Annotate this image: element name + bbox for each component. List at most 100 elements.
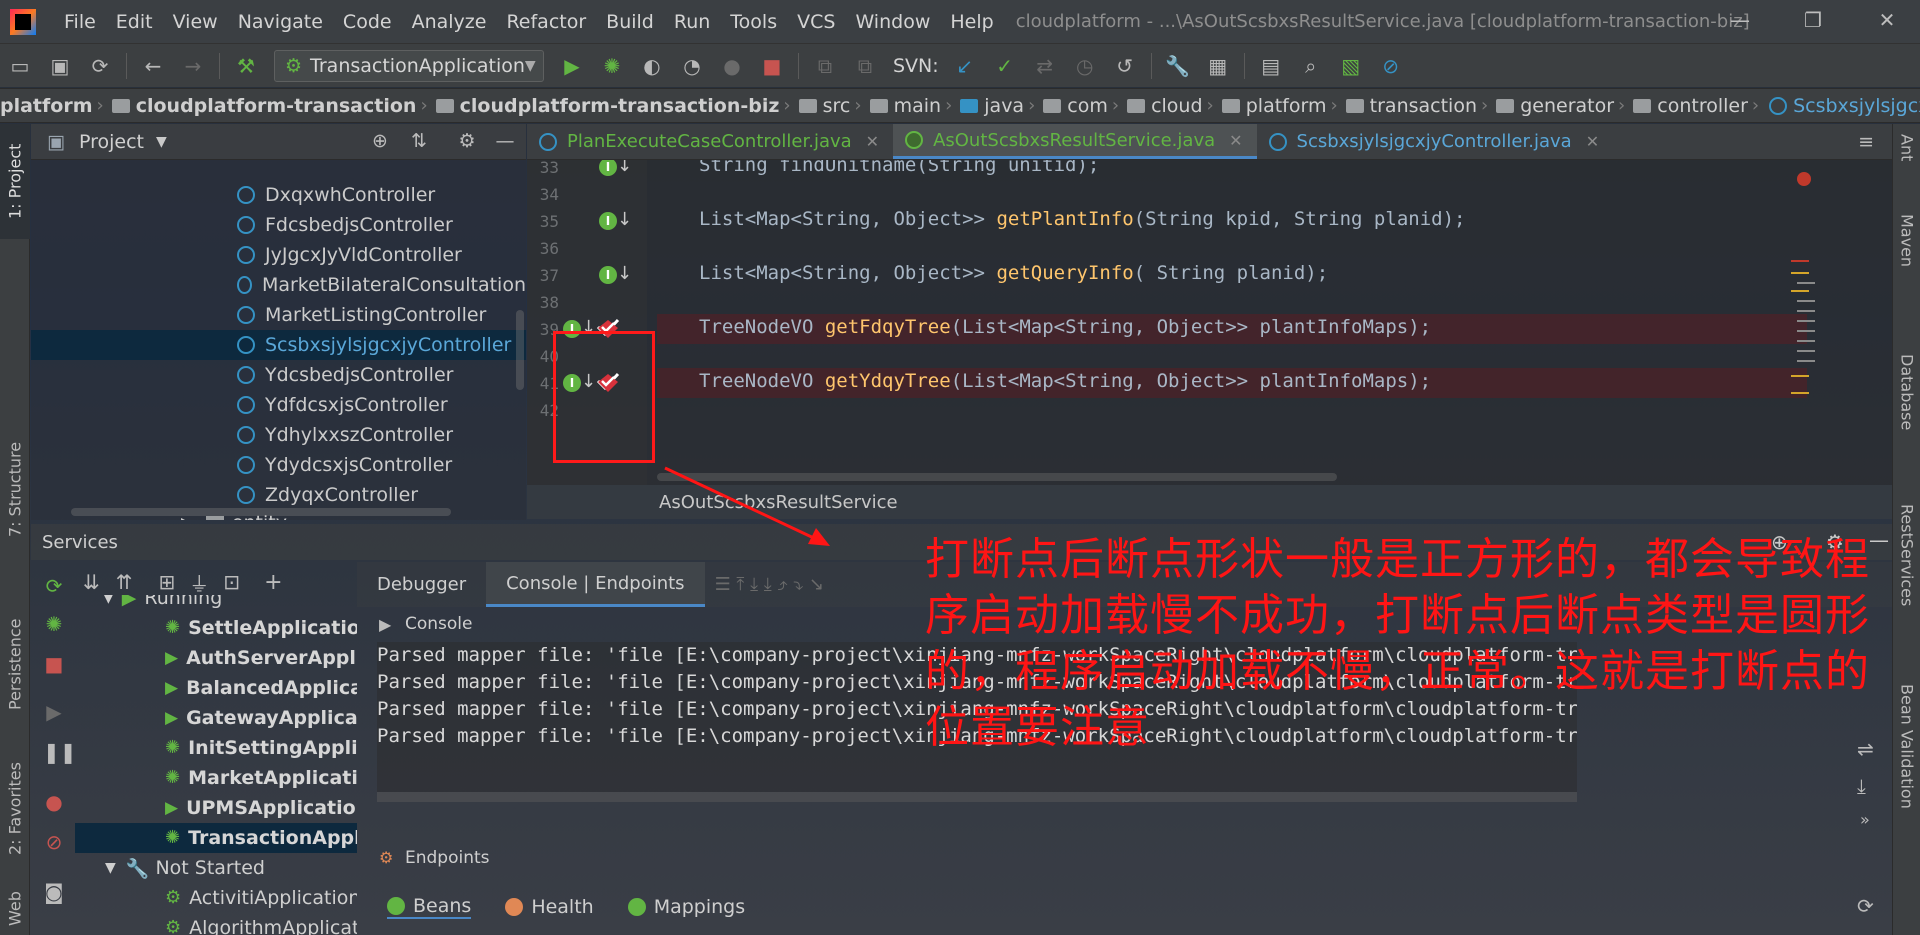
history-icon[interactable]: ◷ — [1072, 53, 1098, 79]
tab-health[interactable]: Health — [505, 896, 594, 918]
breadcrumb-item[interactable]: generator › — [1492, 95, 1629, 117]
console-horizontal-scrollbar[interactable] — [377, 792, 1577, 802]
menu-item[interactable]: Help — [940, 11, 1003, 33]
error-stripe-mark[interactable] — [1791, 272, 1809, 274]
project-vertical-scrollbar[interactable] — [516, 310, 524, 390]
error-stripe-mark[interactable] — [1797, 282, 1815, 284]
tree-item[interactable]: YdhylxxszController — [31, 420, 526, 450]
rerun-icon[interactable]: ⟳ — [43, 574, 65, 598]
back-icon[interactable]: ← — [140, 53, 166, 79]
error-stripe-mark[interactable] — [1797, 300, 1815, 302]
expand-all-icon[interactable]: ⇊ — [83, 570, 100, 594]
svn-commit-icon[interactable]: ✓ — [992, 53, 1018, 79]
tab-project[interactable]: 1: Project — [0, 124, 30, 239]
tab-persistence[interactable]: Persistence — [0, 594, 30, 734]
tree-item[interactable]: YdfdcsxjsController — [31, 390, 526, 420]
tree-item[interactable]: DxqxwhController — [31, 180, 526, 210]
error-stripe-mark[interactable] — [1797, 350, 1815, 352]
implemented-icon[interactable]: I — [599, 160, 617, 176]
services-group-running[interactable]: ▼ ▶ Running — [75, 595, 357, 613]
service-item[interactable]: ✺ InitSettingApplicat — [75, 733, 357, 763]
svn-update-icon[interactable]: ↙ — [952, 53, 978, 79]
locate-icon[interactable]: ⊕ — [368, 130, 392, 154]
tab-favorites[interactable]: 2: Favorites — [0, 744, 30, 874]
breadcrumb-item[interactable]: ScsbxsjylsjgcxjyController — [1763, 95, 1920, 117]
service-item[interactable]: ⚙ ActivitiApplication — [75, 883, 357, 913]
tab-bean-validation[interactable]: Bean Validation — [1893, 684, 1920, 884]
tab-maven[interactable]: Maven — [1893, 214, 1920, 324]
error-stripe-mark[interactable] — [1791, 375, 1809, 377]
editor-tab[interactable]: PlanExecuteCaseController.java ✕ — [527, 124, 893, 159]
breadcrumb-item[interactable]: platform › — [0, 95, 108, 117]
view-breakpoints-icon[interactable]: ● — [43, 790, 65, 814]
error-stripe-mark[interactable] — [1797, 360, 1815, 362]
debug-icon[interactable]: ✺ — [43, 612, 65, 636]
resume-icon[interactable]: ▶ — [43, 700, 65, 724]
close-tab-icon[interactable]: ✕ — [1586, 132, 1599, 151]
no-entry-icon[interactable]: ⊘ — [1378, 53, 1404, 79]
editor-tab[interactable]: ScsbxsjylsjgcxjyController.java ✕ — [1257, 124, 1614, 159]
new-service-icon[interactable]: ⊡ — [223, 570, 240, 594]
stop-icon[interactable]: ■ — [43, 652, 65, 676]
error-stripe[interactable] — [1757, 160, 1817, 485]
breadcrumb-item[interactable]: transaction › — [1342, 95, 1493, 117]
breadcrumb-item[interactable]: controller › — [1629, 95, 1763, 117]
error-stripe-mark[interactable] — [1797, 330, 1815, 332]
menu-item[interactable]: Refactor — [496, 11, 596, 33]
menu-item[interactable]: Tools — [720, 11, 787, 33]
error-stripe-mark[interactable] — [1797, 320, 1815, 322]
breadcrumb-item[interactable]: main › — [866, 95, 957, 117]
hide-icon[interactable]: — — [493, 130, 517, 154]
tree-item[interactable]: ZdyqxController — [31, 480, 526, 510]
breadcrumb-item[interactable]: src › — [795, 95, 866, 117]
code-line[interactable]: TreeNodeVO getYdqyTree(List<Map<String, … — [699, 370, 1431, 392]
project-horizontal-scrollbar[interactable] — [71, 508, 451, 516]
service-item[interactable]: ▶ UPMSApplication — [75, 793, 357, 823]
debug-icon[interactable]: ✺ — [599, 53, 625, 79]
collapse-all-icon[interactable]: ⇅ — [407, 130, 431, 154]
tab-beans[interactable]: Beans — [387, 895, 472, 919]
statistic-icon[interactable]: ▧ — [1338, 53, 1364, 79]
stop-icon[interactable]: ■ — [759, 53, 785, 79]
tab-database[interactable]: Database — [1893, 354, 1920, 474]
revert-icon[interactable]: ↺ — [1112, 53, 1138, 79]
add-icon[interactable]: + — [264, 570, 282, 595]
coverage-icon[interactable]: ◐ — [639, 53, 665, 79]
camera-icon[interactable]: ◙ — [43, 880, 65, 904]
tab-ant[interactable]: Ant — [1893, 134, 1920, 194]
menu-item[interactable]: View — [163, 11, 228, 33]
run-configuration-select[interactable]: ⚙ TransactionApplication ▼ — [274, 49, 544, 82]
tree-item[interactable]: YdcsbedjsController — [31, 360, 526, 390]
menu-item[interactable]: Code — [333, 11, 402, 33]
tree-item[interactable]: YdydcsxjsController — [31, 450, 526, 480]
breadcrumb-item[interactable]: cloud › — [1123, 95, 1218, 117]
breadcrumb-item[interactable]: com › — [1039, 95, 1123, 117]
menu-item[interactable]: Navigate — [228, 11, 333, 33]
gear-icon[interactable]: ⚙ — [455, 130, 479, 154]
menu-item[interactable]: Window — [845, 11, 940, 33]
tree-item[interactable]: JyJgcxJyVldController — [31, 240, 526, 270]
breadcrumb-item[interactable]: cloudplatform-transaction › — [108, 95, 432, 117]
profile-icon[interactable]: ◔ — [679, 53, 705, 79]
sync-icon[interactable]: ⟳ — [87, 53, 113, 79]
service-item[interactable]: ▶ BalancedApplica — [75, 673, 357, 703]
services-group-not-started[interactable]: ▼ 🔧 Not Started — [75, 853, 357, 883]
tab-debugger[interactable]: Debugger — [357, 562, 486, 607]
group-by-icon[interactable]: ⊞ — [159, 570, 176, 594]
code-line[interactable]: List<Map<String, Object>> getQueryInfo( … — [699, 262, 1328, 284]
tab-list-icon[interactable]: ≡ — [1858, 131, 1874, 153]
project-panel-title[interactable]: Project — [79, 131, 144, 153]
tab-web[interactable]: Web — [0, 884, 30, 934]
implemented-icon[interactable]: I — [599, 266, 617, 284]
chevron-down-icon[interactable]: ▼ — [156, 134, 167, 150]
close-icon[interactable]: ✕ — [1874, 8, 1900, 34]
breadcrumb-item[interactable]: platform › — [1218, 95, 1342, 117]
settings-wrench-icon[interactable]: 🔧 — [1165, 53, 1191, 79]
error-stripe-mark[interactable] — [1797, 310, 1815, 312]
code-editor[interactable]: 33 34 35 36 37 38 39 40 41 42 I ↓ I ↓ I ↓ I ↓ I ↓ String fi… — [527, 160, 1892, 485]
tree-item[interactable]: MarketListingController — [31, 300, 526, 330]
code-line[interactable]: TreeNodeVO getFdqyTree(List<Map<String, … — [699, 316, 1431, 338]
code-line[interactable]: List<Map<String, Object>> getPlantInfo(S… — [699, 208, 1465, 230]
breadcrumb-item[interactable]: java › — [956, 95, 1039, 117]
pause-icon[interactable]: ❚❚ — [43, 740, 77, 764]
